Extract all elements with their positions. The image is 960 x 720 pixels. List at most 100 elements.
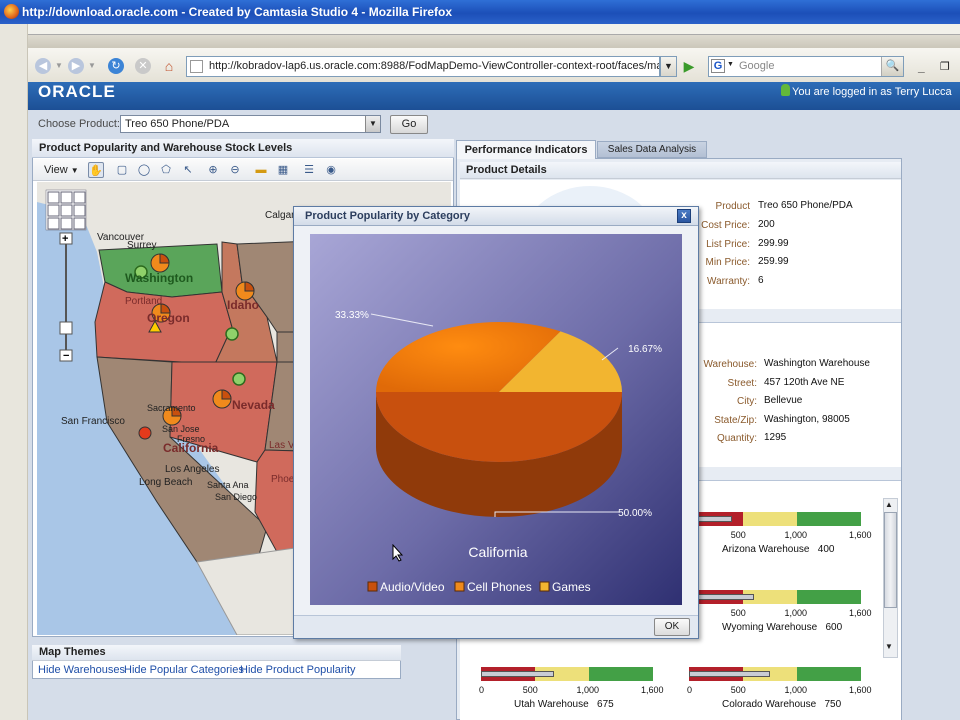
gauge-warehouse-label: Colorado Warehouse 750 [719,698,845,711]
city-label: San Francisco [61,416,125,427]
field-value: 299.99 [758,238,789,249]
url-input[interactable]: http://kobradov-lap6.us.oracle.com:8988/… [186,56,660,77]
pan-control[interactable] [45,189,87,231]
search-icon[interactable]: 🔍 [881,57,903,76]
state-label: Nevada [232,398,275,412]
legend-label: Cell Phones [467,580,532,594]
home-icon[interactable]: ⌂ [161,58,177,74]
legend-icon[interactable]: ☰ [301,162,317,178]
pie-marker[interactable] [212,389,232,409]
polygon-select-icon[interactable]: ⬠ [158,162,174,178]
go-arrow-icon[interactable]: ▶ [679,57,699,76]
svg-text:−: − [63,350,69,362]
gauge-tick-label: 1,000 [576,685,600,695]
circle-select-icon[interactable]: ◯ [136,162,152,178]
chevron-down-icon: ▼ [70,166,79,175]
tab-performance-indicators[interactable]: Performance Indicators [456,140,596,159]
field-value: Bellevue [764,395,803,406]
go-button[interactable]: Go [390,115,428,134]
field-value: 6 [758,275,764,286]
zoom-in-icon[interactable]: ⊕ [205,162,221,178]
product-select[interactable]: Treo 650 Phone/PDA [120,115,381,133]
grid-icon[interactable]: ▦ [275,162,291,178]
gauge-tick-label: 500 [730,530,746,540]
map-panel-title: Product Popularity and Warehouse Stock L… [32,139,454,158]
hide-product-popularity-link[interactable]: Hide Product Popularity [240,664,356,676]
pie-marker[interactable] [150,253,170,273]
field-value: 1295 [764,432,787,443]
city-label: San Diego [215,492,257,502]
warehouse-marker[interactable] [232,372,246,386]
scroll-down-icon[interactable]: ▼ [885,642,893,651]
choose-product-label: Choose Product: [38,118,120,130]
gauge-yellow-zone [742,512,797,526]
city-label: Santa Ana [207,480,249,490]
city-label: Sacramento [147,403,196,413]
firefox-icon [4,4,19,19]
toolbar-strip [28,34,960,48]
engine-dropdown-icon[interactable]: ▼ [727,61,734,68]
ruler-icon[interactable]: ▬ [253,162,269,178]
scroll-up-icon[interactable]: ▲ [885,500,893,509]
zoom-out-icon[interactable]: ⊖ [227,162,243,178]
url-dropdown-icon[interactable]: ▼ [660,56,677,77]
rect-select-icon[interactable]: ▢ [114,162,130,178]
forward-icon[interactable]: ▶ [68,58,84,74]
back-dropdown-icon[interactable]: ▼ [55,61,63,70]
gauge-warehouse-label: Wyoming Warehouse 600 [719,621,846,634]
view-menu[interactable]: View ▼ [44,164,79,176]
city-label: San Jose [162,424,200,434]
minimize-button[interactable]: _ [918,60,925,74]
google-engine-icon[interactable]: G [711,59,725,73]
legend-label: Games [552,580,591,594]
map-themes-title: Map Themes [32,645,401,661]
data-label: 50.00% [618,508,652,519]
gauge-green-zone [588,667,653,681]
hide-warehouses-link[interactable]: Hide Warehouses [38,664,125,676]
chevron-down-icon[interactable]: ▼ [365,116,380,132]
state-label: Oregon [147,311,190,325]
chart-title: California [468,544,527,560]
pie-chart-svg: 50.00% 33.33% 16.67% California Audio/Vide… [310,234,682,605]
ok-button[interactable]: OK [654,618,690,636]
stock-gauge [481,667,653,681]
page-favicon-icon [190,60,203,73]
back-icon[interactable]: ◀ [35,58,51,74]
gauge-warehouse-label: Utah Warehouse 675 [511,698,617,711]
gauge-tick-label: 1,000 [784,685,808,695]
dialog-title: Product Popularity by Category [294,207,698,226]
zoom-slider[interactable]: + − [59,232,73,362]
gauge-tick-label: 1,600 [849,608,872,618]
city-label: Portland [125,296,162,307]
reload-icon[interactable]: ↻ [108,58,124,74]
gauge-warehouse-label: Arizona Warehouse 400 [719,543,838,556]
state-label: California [163,441,219,455]
gauge-tick-label: 1,600 [849,530,872,540]
stock-gauge [689,667,861,681]
pan-hand-icon[interactable]: ✋ [88,162,104,178]
hide-popular-categories-link[interactable]: Hide Popular Categories [124,664,244,676]
legend-label: Audio/Video [380,580,445,594]
forward-dropdown-icon[interactable]: ▼ [88,61,96,70]
field-value: Washington, 98005 [764,414,850,425]
stop-icon[interactable]: ✕ [135,58,151,74]
gauge-tick-label: 500 [730,608,746,618]
side-strip [0,24,28,720]
gauge-tick-label: 1,000 [784,608,808,618]
scrollbar-thumb[interactable] [884,512,897,608]
gauge-tick-label: 1,000 [784,530,808,540]
pointer-icon[interactable]: ↖ [180,162,196,178]
gauge-value-bar [481,671,554,677]
field-value: 259.99 [758,256,789,267]
user-icon [781,84,790,96]
restore-button[interactable]: ❐ [940,60,950,73]
search-input[interactable]: Google [708,56,904,77]
alert-icon[interactable] [138,426,152,440]
globe-icon[interactable]: ◉ [323,162,339,178]
dialog-footer [294,615,698,638]
legend-swatch [454,581,465,592]
warehouse-marker[interactable] [225,327,239,341]
tab-sales-data-analysis[interactable]: Sales Data Analysis [597,141,707,158]
city-label: Los Angeles [165,464,220,475]
close-icon[interactable]: x [677,209,691,223]
